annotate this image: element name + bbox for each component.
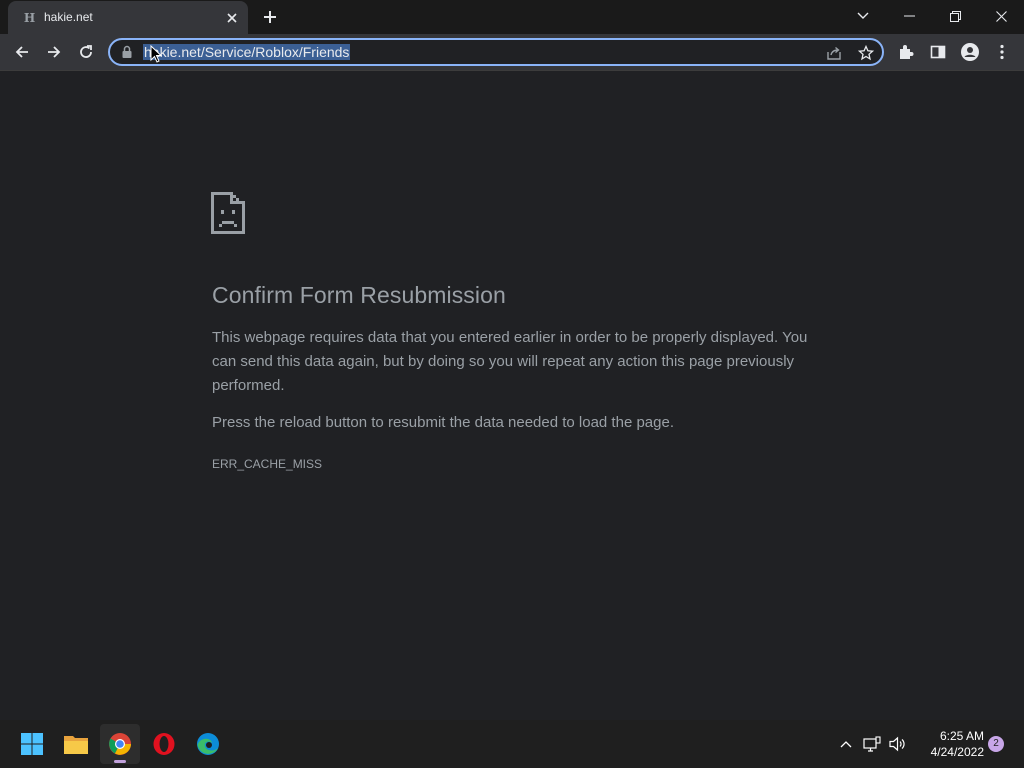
tab-title: hakie.net <box>44 10 93 24</box>
share-icon[interactable] <box>824 43 844 63</box>
error-description: This webpage requires data that you ente… <box>212 329 808 394</box>
new-tab-button[interactable] <box>258 5 282 29</box>
error-title: Confirm Form Resubmission <box>212 282 506 308</box>
error-page: Confirm Form Resubmission This webpage r… <box>0 71 1024 720</box>
file-explorer-icon[interactable] <box>56 724 96 764</box>
tab-search-chevron-down-icon[interactable] <box>840 0 886 32</box>
sad-page-icon <box>211 192 245 234</box>
minimize-button[interactable] <box>886 0 932 32</box>
extensions-puzzle-icon[interactable] <box>892 38 920 66</box>
forward-button[interactable] <box>40 38 68 66</box>
back-button[interactable] <box>8 38 36 66</box>
start-icon[interactable] <box>12 724 52 764</box>
tab-strip: H hakie.net <box>0 0 1024 34</box>
clock-date: 4/24/2022 <box>930 745 984 759</box>
url-text[interactable]: hakie.net/Service/Roblox/Friends <box>143 44 351 60</box>
site-favicon-icon: H <box>23 11 35 25</box>
side-panel-icon[interactable] <box>924 38 952 66</box>
volume-icon[interactable] <box>888 734 908 754</box>
kebab-menu-icon[interactable] <box>988 38 1016 66</box>
show-hidden-icons-chevron-up-icon[interactable] <box>836 734 856 754</box>
restore-button[interactable] <box>932 0 978 32</box>
edge-icon[interactable] <box>188 724 228 764</box>
chrome-icon[interactable] <box>100 724 140 764</box>
opera-icon[interactable] <box>144 724 184 764</box>
bookmark-star-icon[interactable] <box>856 43 876 63</box>
tab-close-icon[interactable] <box>222 8 242 28</box>
address-bar[interactable]: hakie.net/Service/Roblox/Friends <box>108 38 884 66</box>
tab-hakie[interactable]: H hakie.net <box>8 1 248 34</box>
profile-avatar-icon[interactable] <box>956 38 984 66</box>
error-code: ERR_CACHE_MISS <box>212 457 323 471</box>
notification-badge[interactable]: 2 <box>988 736 1004 752</box>
taskbar: 6:25 AM 4/24/2022 2 <box>0 720 1024 768</box>
network-icon[interactable] <box>862 734 882 754</box>
close-window-button[interactable] <box>978 0 1024 32</box>
active-app-indicator <box>114 760 126 763</box>
clock-time: 6:25 AM <box>939 729 984 743</box>
reload-button[interactable] <box>72 38 100 66</box>
system-clock[interactable]: 6:25 AM 4/24/2022 <box>912 728 984 760</box>
mouse-cursor-icon <box>150 45 162 63</box>
browser-window: H hakie.net hakie.net/Service/Roblox/Fri… <box>0 0 1024 768</box>
lock-icon[interactable] <box>120 45 134 59</box>
error-hint: Press the reload button to resubmit the … <box>212 414 674 431</box>
